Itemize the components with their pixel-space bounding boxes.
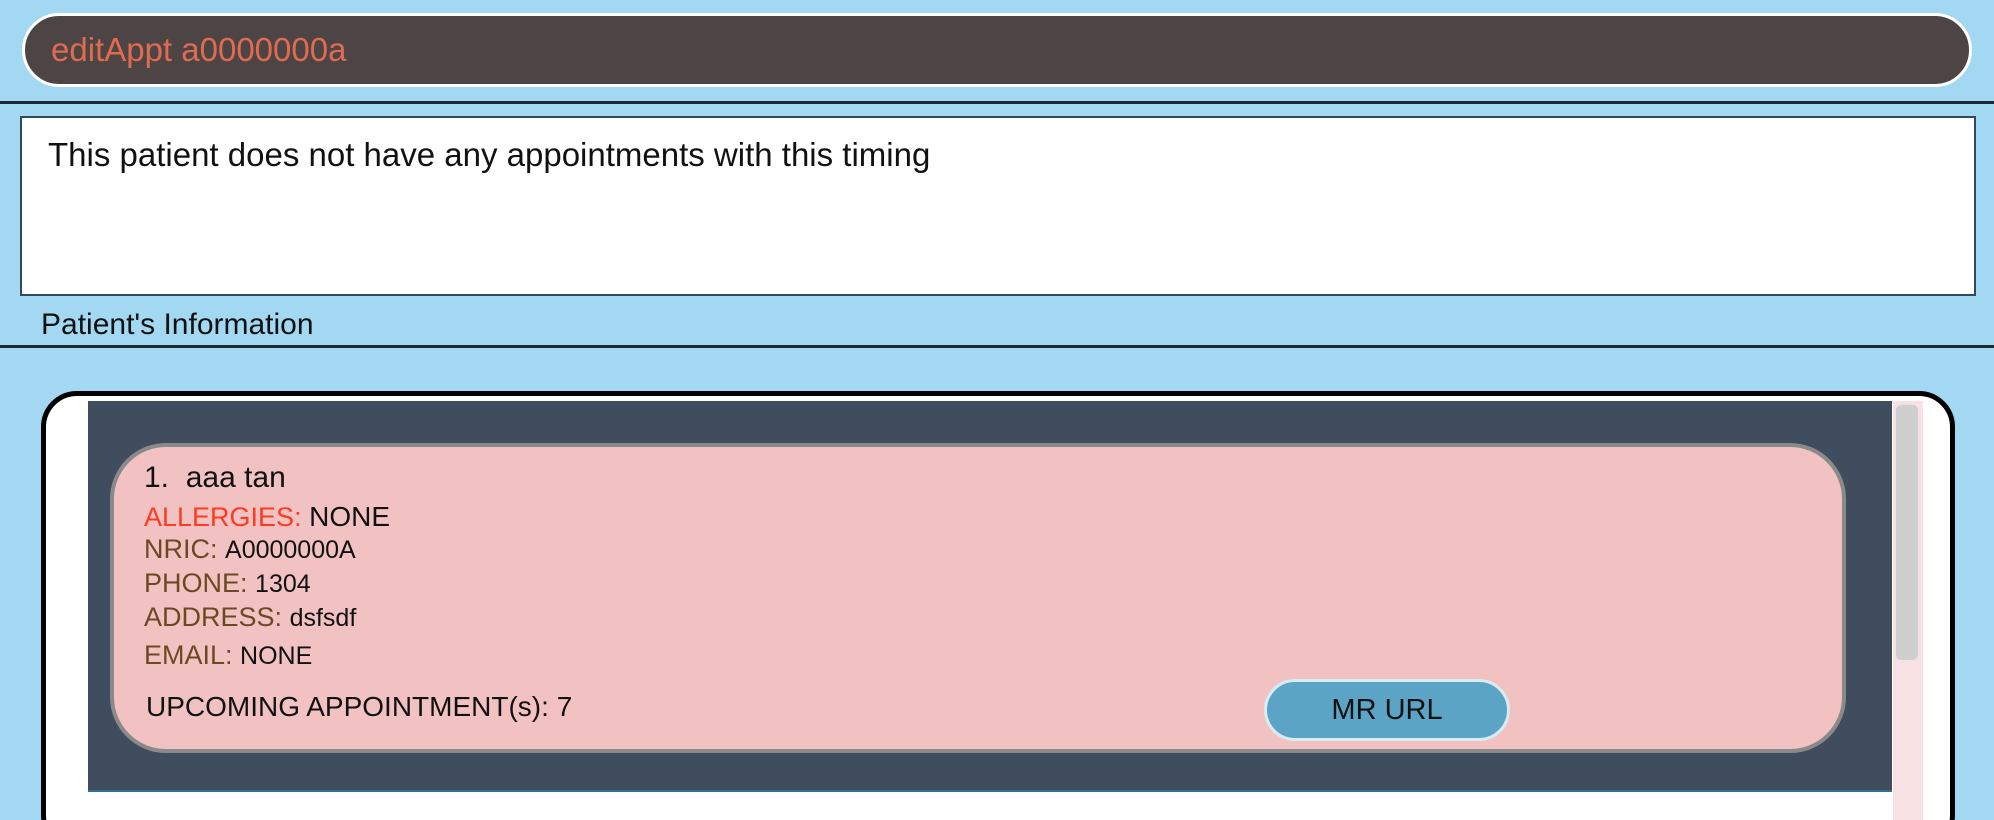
app-window: This patient does not have any appointme… — [0, 0, 1994, 820]
patient-card[interactable]: 1. aaa tan ALLERGIES: NONE NRIC: A000000… — [110, 443, 1846, 753]
upcoming-appointments-label: UPCOMING APPOINTMENT(s): — [146, 691, 549, 722]
allergies-field: ALLERGIES: NONE — [144, 501, 390, 533]
patient-list-panel: 1. aaa tan ALLERGIES: NONE NRIC: A000000… — [41, 391, 1955, 820]
result-display[interactable]: This patient does not have any appointme… — [20, 116, 1976, 296]
patient-section-label: Patient's Information — [41, 308, 314, 341]
phone-value: 1304 — [255, 570, 311, 598]
scrollbar[interactable] — [1893, 401, 1923, 820]
nric-value: A0000000A — [225, 536, 356, 564]
result-message: This patient does not have any appointme… — [48, 136, 931, 173]
patient-index: 1. — [144, 461, 170, 494]
patient-name: 1. aaa tan — [144, 461, 286, 495]
nric-field: NRIC: A0000000A — [144, 534, 356, 565]
allergies-label: ALLERGIES: — [144, 502, 302, 532]
patient-name-text: aaa tan — [185, 461, 286, 494]
address-field: ADDRESS: dsfsdf — [144, 602, 356, 633]
patient-list: 1. aaa tan ALLERGIES: NONE NRIC: A000000… — [88, 401, 1892, 792]
nric-label: NRIC: — [144, 534, 218, 564]
email-field: EMAIL: NONE — [144, 640, 312, 671]
command-box — [22, 13, 1972, 87]
email-value: NONE — [240, 642, 313, 670]
scrollbar-thumb[interactable] — [1896, 405, 1918, 660]
address-label: ADDRESS: — [144, 602, 283, 632]
command-input[interactable] — [51, 16, 1931, 84]
phone-label: PHONE: — [144, 568, 248, 598]
allergies-value: NONE — [309, 501, 390, 532]
upcoming-appointments: UPCOMING APPOINTMENT(s): 7 — [146, 691, 572, 723]
email-label: EMAIL: — [144, 640, 233, 670]
phone-field: PHONE: 1304 — [144, 568, 311, 599]
mr-url-button[interactable]: MR URL — [1264, 679, 1510, 741]
address-value: dsfsdf — [289, 604, 357, 632]
divider — [0, 345, 1994, 348]
divider — [0, 101, 1994, 104]
upcoming-appointments-value: 7 — [556, 691, 573, 722]
